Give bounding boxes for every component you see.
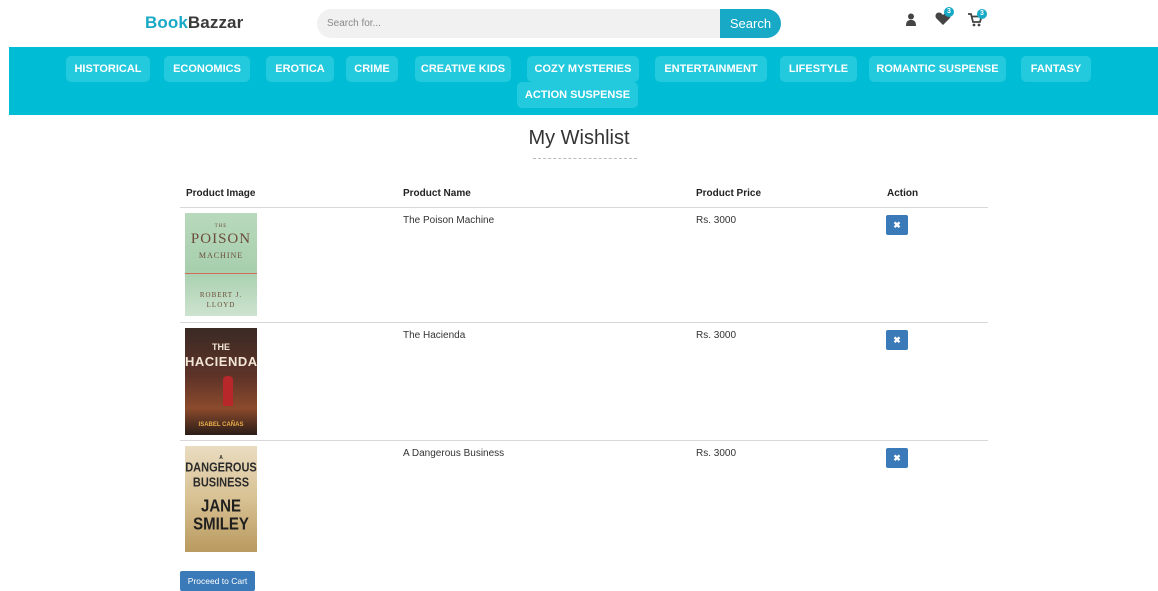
cover-text: ROBERT J. [199, 291, 243, 299]
search-input[interactable] [317, 9, 737, 38]
header-product-name: Product Name [403, 188, 471, 199]
user-icon[interactable] [906, 13, 916, 31]
cover-text: LLOYD [206, 301, 236, 309]
cover-text: JANE [200, 496, 241, 517]
category-lifestyle[interactable]: LIFESTYLE [780, 56, 857, 82]
cover-text: MACHINE [198, 251, 244, 260]
product-price: Rs. 3000 [696, 448, 737, 459]
search-button[interactable]: Search [720, 9, 781, 38]
category-erotica[interactable]: EROTICA [266, 56, 334, 82]
cover-text: SMILEY [193, 514, 249, 535]
page-title: My Wishlist [528, 127, 630, 149]
row-divider [180, 440, 988, 441]
search-bar: Search [317, 9, 781, 38]
top-header: BookBazzar Search 3 3 [0, 0, 1158, 47]
product-name[interactable]: The Hacienda [403, 330, 465, 341]
close-icon: ✖ [893, 335, 901, 345]
category-historical[interactable]: HISTORICAL [66, 56, 150, 82]
category-action-suspense[interactable]: ACTION SUSPENSE [517, 82, 638, 108]
book-cover-image[interactable]: THE HACIENDA ISABEL CAÑAS [185, 328, 257, 435]
cart-icon[interactable]: 3 [968, 9, 987, 32]
category-romantic-suspense[interactable]: ROMANTIC SUSPENSE [869, 56, 1006, 82]
title-underline [533, 158, 637, 159]
wishlist-heart-icon[interactable]: 3 [935, 7, 954, 31]
close-icon: ✖ [893, 453, 901, 463]
proceed-to-cart-button[interactable]: Proceed to Cart [180, 571, 255, 591]
cover-text: POISON [190, 231, 252, 247]
logo-part-book: Book [145, 13, 188, 32]
header-action: Action [887, 188, 919, 199]
cover-text: THE [212, 342, 230, 352]
category-economics[interactable]: ECONOMICS [164, 56, 250, 82]
remove-button[interactable]: ✖ [886, 448, 908, 468]
logo-part-bazzar: Bazzar [187, 13, 244, 32]
table-header-divider [180, 207, 988, 208]
wishlist-count-badge: 3 [944, 7, 954, 17]
product-name[interactable]: A Dangerous Business [403, 448, 504, 459]
cart-count-badge: 3 [977, 9, 987, 19]
category-fantasy[interactable]: FANTASY [1021, 56, 1091, 82]
product-price: Rs. 3000 [696, 215, 737, 226]
cover-text: DANGEROUS [185, 460, 257, 476]
category-crime[interactable]: CRIME [346, 56, 398, 82]
cover-line [185, 273, 257, 274]
close-icon: ✖ [893, 220, 901, 230]
category-cozy-mysteries[interactable]: COZY MYSTERIES [527, 56, 639, 82]
cover-text: BUSINESS [192, 475, 250, 491]
product-price: Rs. 3000 [696, 330, 737, 341]
category-nav-bar: HISTORICAL ECONOMICS EROTICA CRIME CREAT… [9, 47, 1158, 115]
cover-text: HACIENDA [185, 354, 257, 369]
header-product-price: Product Price [696, 188, 762, 199]
site-logo[interactable]: BookBazzar [145, 13, 243, 33]
book-cover-image[interactable]: THE POISON MACHINE ROBERT J. LLOYD [185, 213, 257, 316]
remove-button[interactable]: ✖ [886, 330, 908, 350]
header-product-image: Product Image [186, 188, 256, 199]
remove-button[interactable]: ✖ [886, 215, 908, 235]
product-name[interactable]: The Poison Machine [403, 215, 494, 226]
cover-text: ISABEL CAÑAS [198, 422, 244, 428]
category-entertainment[interactable]: ENTERTAINMENT [655, 56, 767, 82]
book-cover-image[interactable]: A DANGEROUS BUSINESS JANE SMILEY [185, 446, 257, 552]
row-divider [180, 322, 988, 323]
cover-text: THE [214, 224, 228, 229]
category-creative-kids[interactable]: CREATIVE KIDS [415, 56, 511, 82]
cover-figure [223, 376, 233, 406]
